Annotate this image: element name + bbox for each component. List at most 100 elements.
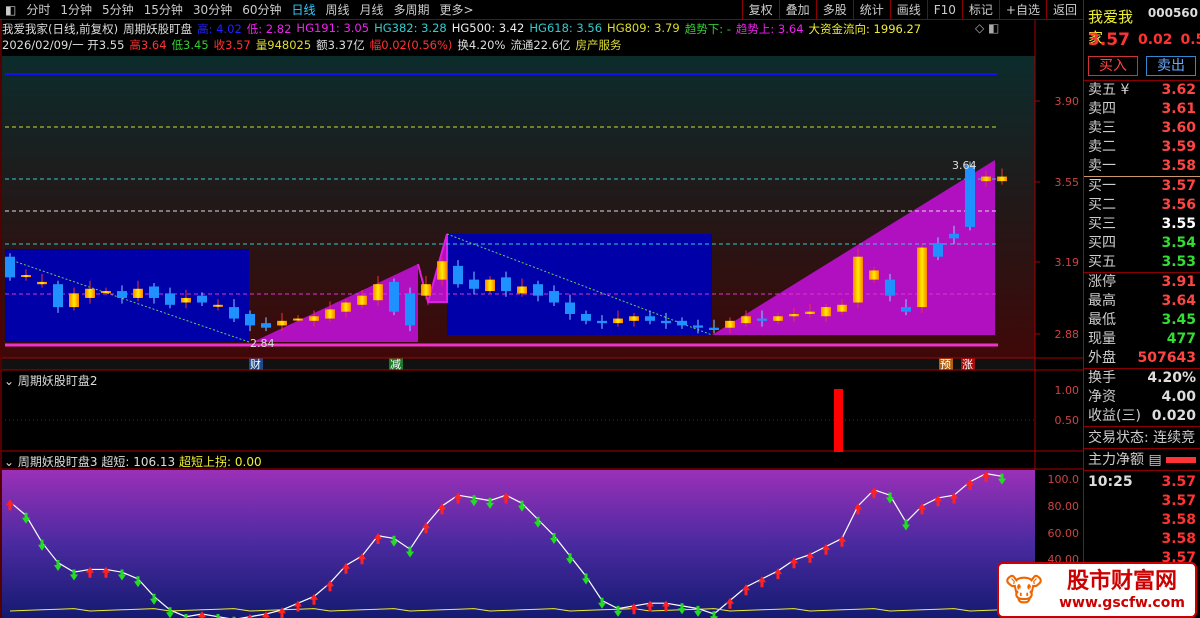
- price-axis-label: 3.55: [1055, 176, 1080, 189]
- candle-body: [405, 293, 415, 326]
- quote-panel: 我爱我家 000560 3.57 0.02 0.56% 买入 卖出 卖五 ¥ 3.…: [1083, 0, 1200, 618]
- candle-body: [789, 313, 799, 317]
- row-label: 净资: [1088, 389, 1116, 405]
- candle-body: [837, 304, 847, 312]
- candle-body: [469, 279, 479, 289]
- candle-body: [21, 275, 31, 278]
- row-value: 3.59: [1161, 139, 1196, 155]
- candle-body: [661, 320, 671, 324]
- quote-row: 最高 3.64: [1084, 292, 1200, 311]
- candle-body: [869, 270, 879, 280]
- candle-body: [309, 316, 319, 321]
- candle-body: [565, 302, 575, 314]
- row-label: 买一: [1088, 178, 1116, 194]
- candle-body: [453, 265, 463, 285]
- quote-row: 净资 4.00: [1084, 388, 1200, 407]
- quote-row: 现量 477: [1084, 330, 1200, 349]
- kline-chart[interactable]: 2.84 3.64 财 减 预涨 3.90 3.55 3.19 2.88 1.00 0.50 100.…: [0, 0, 1083, 618]
- candle-body: [757, 318, 767, 321]
- candle-body: [437, 261, 447, 280]
- candle-body: [549, 291, 559, 303]
- quote-row: 买四 3.54: [1084, 234, 1200, 253]
- candle-body: [165, 293, 175, 305]
- candle-body: [485, 279, 495, 292]
- candle-body: [69, 293, 79, 308]
- price-axis-label: 3.19: [1055, 256, 1080, 269]
- price-change: 0.02: [1137, 32, 1173, 48]
- candle-body: [421, 284, 431, 296]
- quote-row: 卖五 ¥ 3.62: [1084, 81, 1200, 100]
- signal-bar: [834, 389, 843, 452]
- high-price-label: 3.64: [952, 159, 977, 172]
- panel3-name: 周期妖股盯盘3: [17, 455, 98, 469]
- row-label: 最低: [1088, 312, 1116, 328]
- candle-body: [805, 311, 815, 314]
- row-label: 最高: [1088, 293, 1116, 309]
- osc-axis-label: 60.00: [1048, 527, 1080, 540]
- quote-row: 买一 3.57: [1084, 177, 1200, 196]
- candle-body: [917, 247, 927, 308]
- panel3-value2: 超短上拐: 0.00: [179, 455, 262, 469]
- tick-price: 3.58: [1161, 531, 1196, 547]
- row-value: 3.64: [1161, 293, 1196, 309]
- panel3-value1: 超短: 106.13: [101, 455, 176, 469]
- panel2-title[interactable]: ⌄ 周期妖股盯盘2: [4, 372, 98, 389]
- marker-text: 预: [940, 358, 951, 371]
- price-change-pct: 0.56%: [1180, 32, 1200, 48]
- candle-body: [325, 309, 335, 319]
- row-label: 外盘: [1088, 350, 1116, 366]
- row-value: 507643: [1137, 350, 1196, 366]
- last-price: 3.57: [1088, 30, 1130, 50]
- candle-body: [37, 281, 47, 285]
- panel3-title[interactable]: ⌄ 周期妖股盯盘3 超短: 106.13 超短上拐: 0.00: [4, 453, 262, 470]
- quote-row: 卖三 3.60: [1084, 119, 1200, 138]
- quote-row: 买二 3.56: [1084, 196, 1200, 215]
- candle-body: [693, 325, 703, 328]
- candle-body: [645, 316, 655, 321]
- tick-row: 3.58: [1084, 511, 1200, 530]
- candle-body: [53, 284, 63, 308]
- candle-body: [149, 286, 159, 298]
- candle-body: [85, 288, 95, 298]
- marker-text: 涨: [962, 358, 973, 371]
- sell-button[interactable]: 卖出: [1146, 56, 1196, 76]
- row-value: 3.62: [1161, 82, 1196, 98]
- stats-list: 涨停 3.91 最高 3.64 最低 3.45 现量 477 外盘 507643: [1084, 272, 1200, 368]
- row-value: 3.56: [1161, 197, 1196, 213]
- candle-body: [261, 323, 271, 328]
- stats2-list: 换手 4.20% 净资 4.00 收益(三) 0.020: [1084, 368, 1200, 426]
- quote-row: 换手 4.20%: [1084, 369, 1200, 388]
- panel2-name: 周期妖股盯盘2: [17, 374, 98, 388]
- osc-axis-label: 80.00: [1048, 500, 1080, 513]
- stock-code: 000560: [1147, 6, 1198, 20]
- candle-body: [965, 165, 975, 227]
- watermark-title: 股市财富网: [1066, 569, 1177, 594]
- row-label: 买三: [1088, 216, 1116, 232]
- candle-body: [741, 316, 751, 324]
- row-value: 477: [1166, 331, 1196, 347]
- stock-name: 我爱我家: [1088, 8, 1134, 47]
- candle-body: [101, 291, 111, 294]
- tick-row: 10:25 3.57: [1084, 473, 1200, 492]
- marker-text: 减: [390, 358, 401, 371]
- buy-button[interactable]: 买入: [1088, 56, 1138, 76]
- quote-row: 卖四 3.61: [1084, 100, 1200, 119]
- tick-price: 3.58: [1161, 512, 1196, 528]
- candle-body: [885, 279, 895, 296]
- candle-body: [773, 316, 783, 321]
- tick-time: 10:25: [1088, 474, 1133, 490]
- net-flow-bar: [1166, 457, 1196, 463]
- row-label: 现量: [1088, 331, 1116, 347]
- quote-row: 外盘 507643: [1084, 349, 1200, 368]
- candle-body: [581, 313, 591, 321]
- candle-body: [709, 327, 719, 330]
- row-label: 收益(三): [1088, 408, 1141, 424]
- row-value: 3.60: [1161, 120, 1196, 136]
- net-flow-label[interactable]: 主力净额 ▤: [1088, 449, 1162, 470]
- candle-body: [517, 286, 527, 294]
- candle-body: [117, 291, 127, 298]
- bid-list: 买一 3.57 买二 3.56 买三 3.55 买四 3.54 买五 3.53: [1084, 176, 1200, 272]
- tick-row: 3.57: [1084, 492, 1200, 511]
- cow-logo-icon: 🐮: [1005, 571, 1043, 609]
- candle-body: [501, 277, 511, 292]
